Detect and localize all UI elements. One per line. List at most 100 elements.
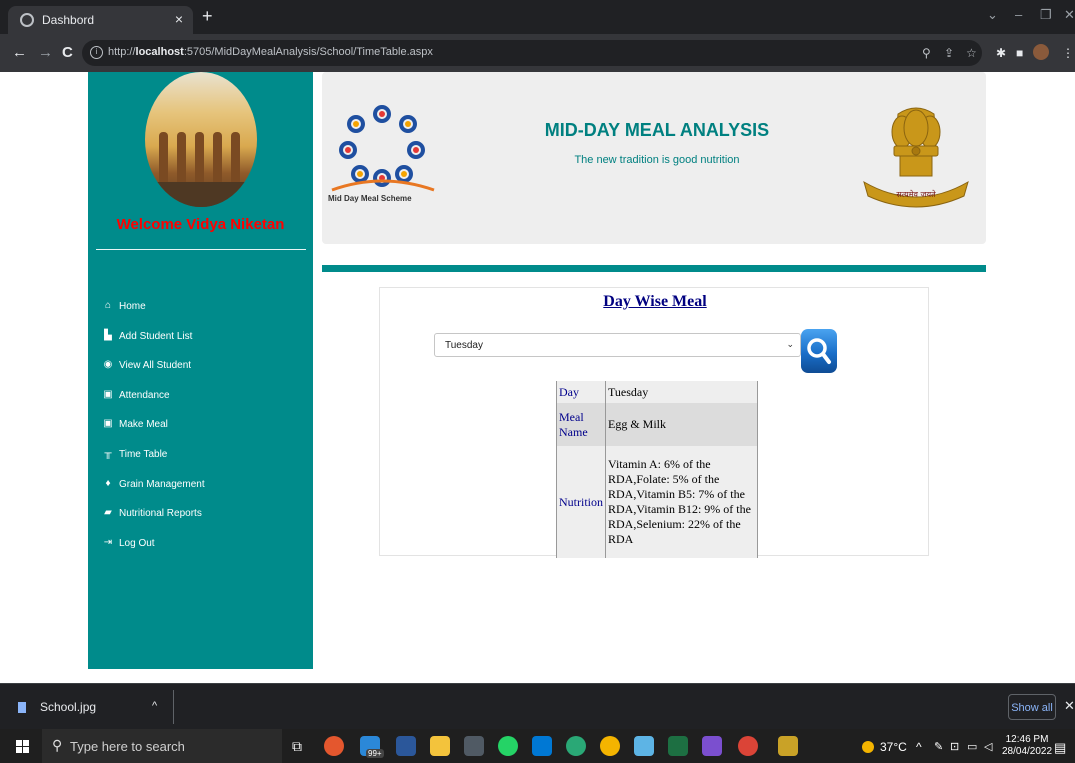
meal-name-label: Meal Name [556, 403, 606, 446]
meal-details-table: Day Tuesday Meal Name Egg & Milk Nutriti… [556, 381, 758, 558]
table-row: Day Tuesday [556, 381, 758, 403]
side-panel-icon[interactable]: ■ [1016, 46, 1023, 60]
notifications-icon[interactable]: ▤ [1054, 740, 1066, 756]
profile-avatar[interactable] [1033, 44, 1049, 60]
browser-tab[interactable]: Dashbord × [8, 6, 193, 34]
window-close-button[interactable]: ✕ [1064, 7, 1075, 23]
weather-icon[interactable] [862, 741, 874, 753]
battery-icon[interactable]: ▭ [967, 740, 977, 753]
address-bar: ← → C i http://localhost:5705/MidDayMeal… [0, 34, 1075, 72]
notes-app-icon[interactable] [634, 736, 654, 756]
globe-icon [20, 13, 34, 27]
chevron-down-icon: ⌄ [786, 339, 794, 349]
powerpoint-app-icon[interactable] [324, 736, 344, 756]
add-student-icon: ▙ [104, 329, 112, 341]
nutrition-label: Nutrition [556, 446, 606, 558]
menu-dots-icon[interactable]: ⋮ [1062, 46, 1074, 60]
pen-icon[interactable]: ✎ [934, 740, 943, 753]
calculator-app-icon[interactable] [464, 736, 484, 756]
panel-title: Day Wise Meal [603, 293, 707, 310]
chrome-app-icon[interactable] [600, 736, 620, 756]
downloads-bar: School.jpg ^ Show all ✕ [0, 683, 1075, 729]
new-tab-button[interactable]: + [202, 6, 213, 27]
day-select-value: Tuesday [445, 340, 483, 351]
table-row: Meal Name Egg & Milk [556, 403, 758, 446]
show-all-button[interactable]: Show all [1008, 694, 1056, 720]
taskbar-clock[interactable]: 12:46 PM 28/04/2022 [1002, 734, 1052, 758]
search-icon [807, 338, 831, 364]
logo-caption: Mid Day Meal Scheme [328, 194, 412, 203]
extensions-icon[interactable]: ✱ [996, 46, 1006, 60]
web-page: Welcome Vidya Niketan ⌂ Home ▙ Add Student… [0, 72, 1075, 669]
browser-tab-bar: Dashbord × + ⌄ – ❐ ✕ [0, 0, 1075, 34]
day-wise-meal-panel: Day Wise Meal Tuesday ⌄ Day Tuesday Meal… [379, 287, 929, 558]
share-icon[interactable]: ⇪ [944, 46, 954, 60]
downloads-separator [173, 690, 174, 724]
task-view-icon[interactable]: ⧉ [292, 738, 302, 755]
file-explorer-icon[interactable] [430, 736, 450, 756]
nutrition-value: Vitamin A: 6% of the RDA,Folate: 5% of t… [605, 446, 758, 558]
minimize-button[interactable]: – [1015, 7, 1022, 22]
eye-icon: ◉ [103, 359, 113, 371]
download-options-chevron-icon[interactable]: ^ [152, 700, 157, 712]
sidebar: Welcome Vidya Niketan ⌂ Home ▙ Add Student… [88, 72, 313, 669]
volume-icon[interactable]: ◁ [984, 740, 992, 753]
day-value: Tuesday [605, 381, 758, 403]
windows-start-icon[interactable] [16, 740, 30, 754]
windows-taskbar: ⚲ Type here to search ⧉ 99+ 37°C ^ ✎ ⊡ ▭… [0, 729, 1075, 763]
clock-time: 12:46 PM [1005, 734, 1049, 745]
day-select[interactable]: Tuesday ⌄ [434, 333, 801, 357]
tab-close-button[interactable]: × [175, 11, 183, 27]
header-divider-bar [322, 265, 986, 272]
url-input[interactable]: i http://localhost:5705/MidDayMealAnalys… [82, 40, 982, 66]
sidebar-divider [96, 249, 306, 250]
home-icon: ⌂ [104, 300, 112, 311]
folder-icon: ▰ [104, 507, 112, 519]
restore-button[interactable]: ❐ [1040, 7, 1052, 23]
word-app-icon[interactable] [396, 736, 416, 756]
bookmark-star-icon[interactable]: ☆ [966, 46, 977, 60]
day-label: Day [556, 381, 606, 403]
taskbar-search-placeholder: Type here to search [70, 739, 185, 754]
mid-day-meal-logo: Mid Day Meal Scheme [326, 102, 438, 203]
table-row: Nutrition Vitamin A: 6% of the RDA,Folat… [556, 446, 758, 558]
meal-name-value: Egg & Milk [605, 403, 758, 446]
temperature-text: 37°C [880, 740, 907, 754]
tab-title: Dashbord [42, 13, 95, 27]
url-text: http://localhost:5705/MidDayMealAnalysis… [108, 46, 433, 58]
school-photo [145, 72, 257, 207]
edge-app-icon[interactable] [566, 736, 586, 756]
back-button[interactable]: ← [12, 44, 27, 61]
download-file-name[interactable]: School.jpg [40, 700, 96, 714]
emblem-motto: सत्यमेव जयते [896, 189, 936, 199]
welcome-text: Welcome Vidya Niketan [116, 216, 285, 233]
outlook-app-icon[interactable] [532, 736, 552, 756]
logout-icon: ⇥ [103, 536, 113, 548]
show-hidden-icons-chevron-icon[interactable]: ^ [916, 740, 922, 754]
chrome-profile-app-icon[interactable] [738, 736, 758, 756]
national-emblem-image: सत्यमेव जयते [858, 102, 974, 212]
downloads-close-icon[interactable]: ✕ [1064, 698, 1075, 714]
clock-date: 28/04/2022 [1002, 746, 1053, 757]
reload-button[interactable]: C [62, 44, 73, 61]
page-tagline: The new tradition is good nutrition [574, 154, 740, 166]
tab-search-icon[interactable]: ⌄ [987, 7, 998, 23]
zoom-icon[interactable]: ⚲ [922, 46, 931, 60]
network-icon[interactable]: ⊡ [950, 740, 959, 753]
search-button[interactable] [801, 329, 837, 373]
page-header: Mid Day Meal Scheme MID-DAY MEAL ANALYSI… [322, 72, 986, 244]
meal-icon: ▣ [103, 418, 113, 430]
forward-button[interactable]: → [38, 44, 53, 61]
notification-badge: 99+ [366, 749, 384, 758]
excel-app-icon[interactable] [668, 736, 688, 756]
file-icon [18, 702, 26, 713]
grain-icon: ♦ [105, 477, 111, 489]
whatsapp-app-icon[interactable] [498, 736, 518, 756]
timetable-icon: ╥ [104, 447, 112, 459]
snipping-tool-app-icon[interactable] [778, 736, 798, 756]
site-info-icon[interactable]: i [90, 46, 103, 59]
attendance-icon: ▣ [103, 388, 113, 400]
search-icon: ⚲ [52, 737, 63, 753]
taskbar-search-input[interactable]: ⚲ Type here to search [42, 729, 282, 763]
visual-studio-app-icon[interactable] [702, 736, 722, 756]
